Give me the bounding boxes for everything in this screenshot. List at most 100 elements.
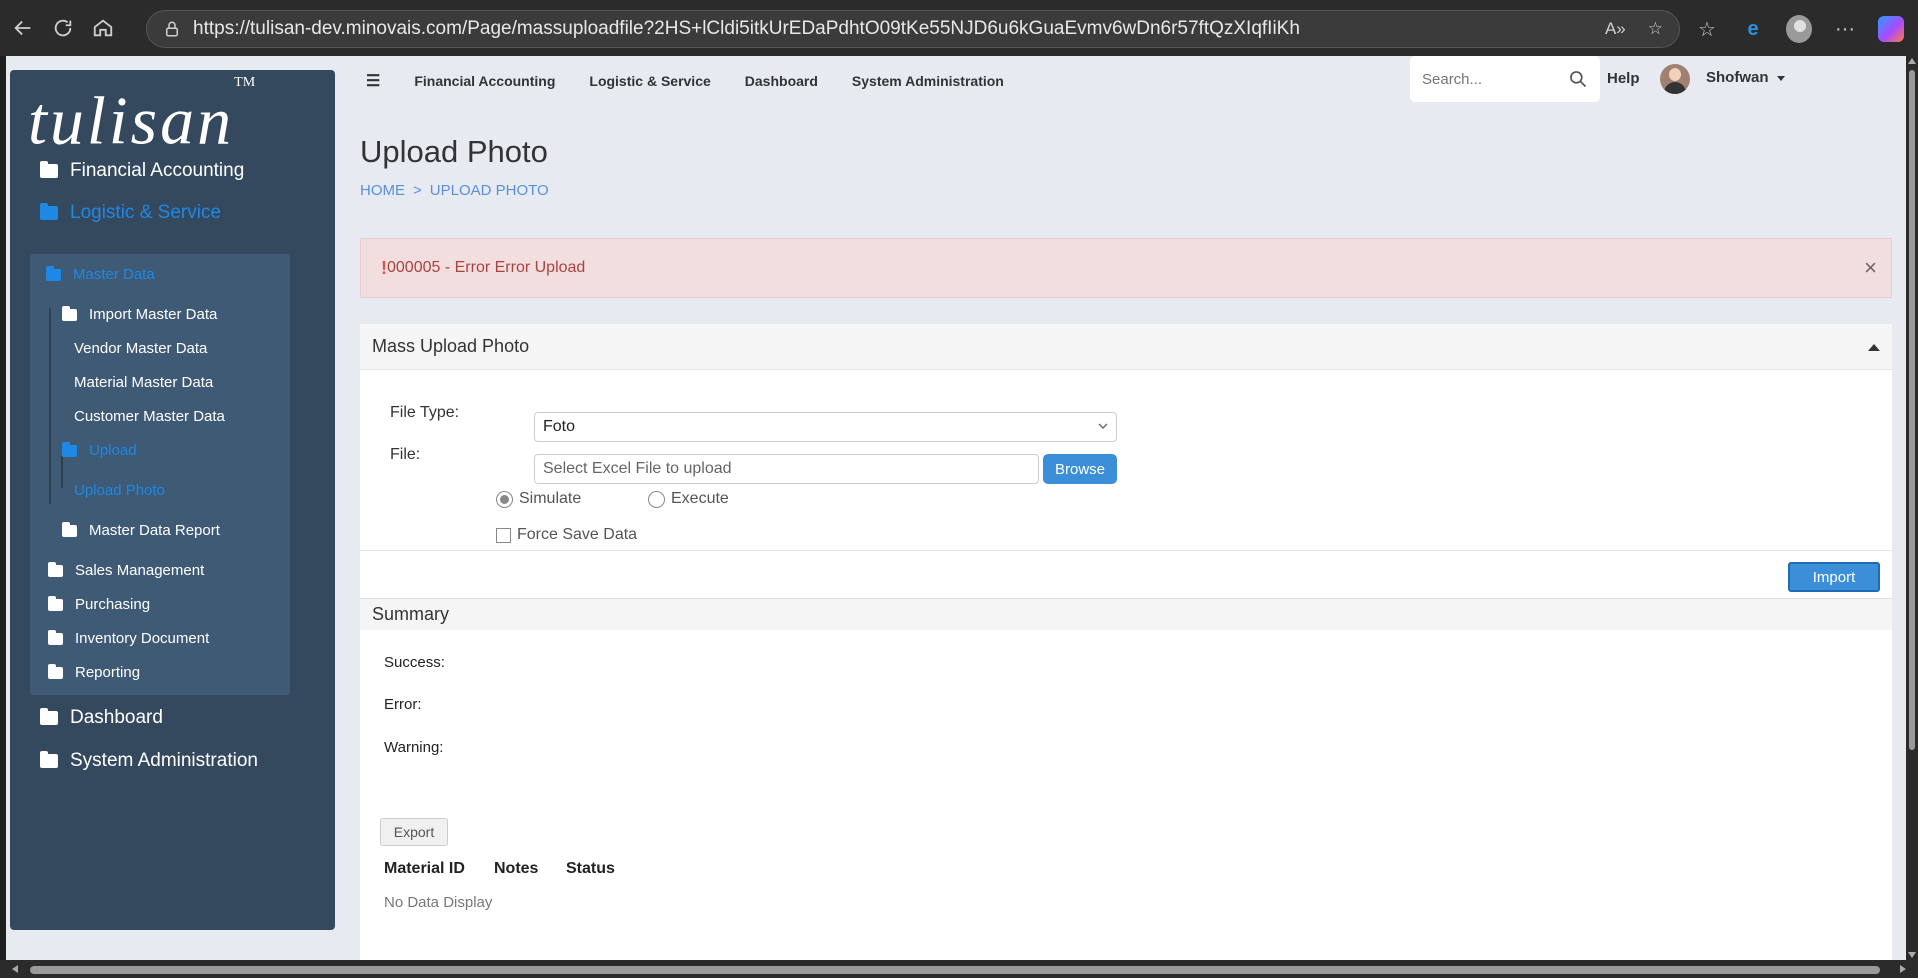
radio-unselected-icon <box>648 490 665 508</box>
sidebar-item-import-master-data[interactable]: Import Master Data <box>62 305 217 323</box>
import-button[interactable]: Import <box>1788 562 1880 592</box>
favorite-star-icon[interactable]: ☆ <box>1648 19 1663 39</box>
sidebar-item-material-master-data[interactable]: Material Master Data <box>74 374 213 391</box>
sidebar-item-vendor-master-data[interactable]: Vendor Master Data <box>74 340 207 357</box>
page-title: Upload Photo <box>360 134 548 169</box>
alert-message: 000005 - Error Error Upload <box>387 259 586 276</box>
file-label: File: <box>390 446 421 463</box>
sidebar-item-customer-master-data[interactable]: Customer Master Data <box>74 408 225 425</box>
sidebar-item-purchasing[interactable]: Purchasing <box>48 595 150 613</box>
sidebar-item-upload-photo[interactable]: Upload Photo <box>74 482 165 499</box>
breadcrumb-separator: > <box>413 182 422 199</box>
panel-header[interactable]: Mass Upload Photo <box>360 324 1892 370</box>
browse-button[interactable]: Browse <box>1043 454 1117 484</box>
topnav-financial-accounting[interactable]: Financial Accounting <box>414 73 555 89</box>
scroll-thumb[interactable] <box>1909 70 1915 750</box>
panel-title: Mass Upload Photo <box>372 336 530 356</box>
folder-icon <box>40 751 58 768</box>
help-link[interactable]: Help <box>1607 70 1640 87</box>
search-icon[interactable] <box>1568 69 1588 89</box>
refresh-icon[interactable] <box>46 11 80 45</box>
sidebar-item-system-administration[interactable]: System Administration <box>40 750 258 772</box>
scroll-down-icon[interactable] <box>1908 952 1916 958</box>
folder-icon <box>40 203 58 220</box>
scroll-left-icon[interactable] <box>12 965 18 973</box>
search-box <box>1410 56 1600 102</box>
breadcrumb-current[interactable]: UPLOAD PHOTO <box>430 182 549 199</box>
user-name: Shofwan <box>1706 69 1769 86</box>
sidebar-item-master-data[interactable]: Master Data <box>46 265 155 283</box>
error-alert: ! 000005 - Error Error Upload × <box>360 238 1892 298</box>
sidebar-item-master-data-report[interactable]: Master Data Report <box>62 521 220 539</box>
favorites-icon[interactable]: ☆ <box>1694 16 1720 42</box>
collapse-icon[interactable] <box>1868 344 1880 351</box>
simulate-radio[interactable]: Simulate <box>496 490 581 508</box>
topnav-logistic-service[interactable]: Logistic & Service <box>589 73 710 89</box>
read-aloud-icon[interactable]: A» <box>1605 19 1626 39</box>
user-avatar[interactable] <box>1660 64 1690 94</box>
ie-mode-icon[interactable]: e <box>1740 16 1766 42</box>
file-type-value: Foto <box>543 418 576 435</box>
radio-selected-icon <box>496 490 513 508</box>
sidebar-item-reporting[interactable]: Reporting <box>48 663 140 681</box>
horizontal-scrollbar[interactable] <box>0 960 1918 978</box>
mass-upload-panel: Mass Upload Photo File Type: Foto File: … <box>360 324 1892 598</box>
sidebar-item-upload[interactable]: Upload <box>62 441 137 459</box>
folder-icon <box>48 629 63 645</box>
scroll-thumb[interactable] <box>30 966 1880 974</box>
column-header-material-id[interactable]: Material ID <box>384 860 465 878</box>
hamburger-menu-icon[interactable]: ☰ <box>366 71 380 91</box>
tree-line <box>61 456 63 488</box>
scroll-up-icon[interactable] <box>1908 58 1916 64</box>
success-label: Success: <box>384 654 445 671</box>
sidebar-item-financial-accounting[interactable]: Financial Accounting <box>40 160 244 182</box>
file-type-label: File Type: <box>390 404 460 421</box>
column-header-status[interactable]: Status <box>566 860 615 878</box>
tulisan-logo[interactable]: tulisanTM <box>28 75 318 156</box>
top-navigation: ☰ Financial Accounting Logistic & Servic… <box>366 70 1004 92</box>
folder-icon <box>62 441 77 457</box>
back-icon[interactable] <box>6 11 40 45</box>
tree-line <box>49 308 51 504</box>
search-input[interactable] <box>1422 70 1552 88</box>
folder-icon <box>62 305 77 321</box>
close-icon[interactable]: × <box>1864 255 1877 281</box>
folder-icon <box>40 161 58 178</box>
file-type-select[interactable]: Foto <box>534 412 1117 442</box>
address-bar[interactable]: https://tulisan-dev.minovais.com/Page/ma… <box>146 10 1680 48</box>
home-icon[interactable] <box>86 11 120 45</box>
force-save-checkbox[interactable]: Force Save Data <box>496 526 637 544</box>
breadcrumb-home[interactable]: HOME <box>360 182 405 199</box>
checkbox-icon <box>496 527 511 543</box>
user-menu[interactable]: Shofwan <box>1706 69 1785 86</box>
folder-icon <box>48 561 63 577</box>
sidebar-item-dashboard[interactable]: Dashboard <box>40 707 163 729</box>
copilot-icon[interactable] <box>1878 16 1904 42</box>
execute-radio[interactable]: Execute <box>648 490 729 508</box>
more-icon[interactable]: ··· <box>1832 16 1858 42</box>
sidebar-item-logistic-service[interactable]: Logistic & Service <box>40 202 221 224</box>
folder-icon <box>46 265 61 281</box>
url-text[interactable]: https://tulisan-dev.minovais.com/Page/ma… <box>193 18 1605 40</box>
summary-panel: Summary Success: Error: Warning: Export … <box>360 598 1892 960</box>
vertical-scrollbar[interactable] <box>1906 56 1918 960</box>
topnav-dashboard[interactable]: Dashboard <box>745 73 818 89</box>
folder-icon <box>48 595 63 611</box>
profile-icon[interactable] <box>1786 15 1812 43</box>
empty-table-message: No Data Display <box>384 894 493 911</box>
export-button[interactable]: Export <box>380 818 448 846</box>
folder-icon <box>40 708 58 725</box>
column-header-notes[interactable]: Notes <box>494 860 538 878</box>
force-save-label: Force Save Data <box>517 526 638 543</box>
sidebar-item-sales-management[interactable]: Sales Management <box>48 561 204 579</box>
execute-label: Execute <box>671 490 729 507</box>
caret-down-icon <box>1776 75 1785 81</box>
browser-actions: ☆ e ··· <box>1694 10 1918 48</box>
topnav-system-administration[interactable]: System Administration <box>852 73 1004 89</box>
folder-icon <box>48 663 63 679</box>
sidebar-item-inventory-document[interactable]: Inventory Document <box>48 629 209 647</box>
scroll-right-icon[interactable] <box>1900 965 1906 973</box>
file-input[interactable]: Select Excel File to upload <box>534 454 1039 484</box>
lock-icon <box>166 21 178 37</box>
simulate-label: Simulate <box>519 490 582 507</box>
